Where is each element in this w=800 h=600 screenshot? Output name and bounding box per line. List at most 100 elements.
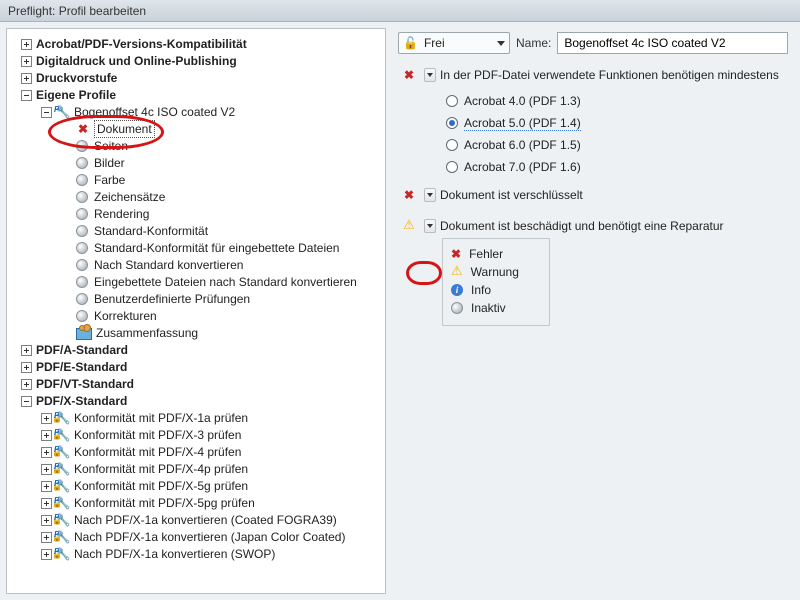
chevron-down-icon — [427, 224, 433, 228]
bullet-icon — [76, 276, 88, 288]
collapse-icon[interactable] — [21, 90, 32, 101]
tree-item[interactable]: Druckvorstufe — [9, 70, 383, 86]
expand-icon[interactable] — [41, 515, 52, 526]
expand-icon[interactable] — [41, 413, 52, 424]
check-profile-icon: 🔒P🔧 — [56, 496, 70, 510]
tree-item[interactable]: 🔒P🔧Konformität mit PDF/X-3 prüfen — [9, 427, 383, 443]
tree-panel[interactable]: Acrobat/PDF-Versions-Kompatibilität Digi… — [6, 28, 386, 594]
radio-option[interactable]: Acrobat 4.0 (PDF 1.3) — [446, 90, 788, 112]
tree-item[interactable]: Standard-Konformität für eingebettete Da… — [9, 240, 383, 256]
tree-item[interactable]: Farbe — [9, 172, 383, 188]
radio-option-selected[interactable]: Acrobat 5.0 (PDF 1.4) — [446, 112, 788, 134]
legend-item-info[interactable]: iInfo — [451, 281, 539, 299]
tree-item-selected[interactable]: ✖ Dokument — [9, 121, 383, 137]
check-profile-icon: 🔒P🔧 — [56, 462, 70, 476]
tree-item[interactable]: 🔒P🔧Konformität mit PDF/X-4 prüfen — [9, 444, 383, 460]
bullet-icon — [76, 293, 88, 305]
severity-dropdown[interactable] — [424, 68, 436, 82]
summary-icon — [76, 326, 92, 340]
collapse-icon[interactable] — [21, 396, 32, 407]
severity-legend[interactable]: ✖Fehler ⚠Warnung iInfo Inaktiv — [442, 238, 550, 326]
expand-icon[interactable] — [21, 39, 32, 50]
tree-item[interactable]: 🔒P🔧Nach PDF/X-1a konvertieren (Japan Col… — [9, 529, 383, 545]
tree-label-selected: Dokument — [94, 120, 155, 138]
check-profile-icon: 🔒P🔧 — [56, 513, 70, 527]
lock-state-combo[interactable]: 🔓 Frei — [398, 32, 510, 54]
bullet-icon — [76, 310, 88, 322]
expand-icon[interactable] — [21, 73, 32, 84]
bullet-icon — [76, 225, 88, 237]
expand-icon[interactable] — [41, 498, 52, 509]
legend-item-inactive[interactable]: Inaktiv — [451, 299, 539, 317]
expand-icon[interactable] — [41, 464, 52, 475]
detail-panel: 🔓 Frei Name: ✖ In der PDF-Datei verwende… — [386, 22, 800, 600]
tree-item[interactable]: 🔒P🔧Konformität mit PDF/X-4p prüfen — [9, 461, 383, 477]
tree-item[interactable]: 🔒P🔧Konformität mit PDF/X-1a prüfen — [9, 410, 383, 426]
expand-icon[interactable] — [21, 56, 32, 67]
tree-item[interactable]: 🔒P🔧Konformität mit PDF/X-5pg prüfen — [9, 495, 383, 511]
profile-icon: P🔧 — [56, 105, 70, 119]
bullet-icon — [76, 140, 88, 152]
expand-icon[interactable] — [41, 532, 52, 543]
tree-item[interactable]: 🔒P🔧Nach PDF/X-1a konvertieren (Coated FO… — [9, 512, 383, 528]
tree-item[interactable]: Bilder — [9, 155, 383, 171]
tree-item[interactable]: Digitaldruck und Online-Publishing — [9, 53, 383, 69]
tree-item[interactable]: Eingebettete Dateien nach Standard konve… — [9, 274, 383, 290]
tree-item[interactable]: Seiten — [9, 138, 383, 154]
check-profile-icon: 🔒P🔧 — [56, 428, 70, 442]
section-label: In der PDF-Datei verwendete Funktionen b… — [440, 68, 779, 82]
bullet-icon — [76, 191, 88, 203]
bullet-icon — [76, 157, 88, 169]
chevron-down-icon — [427, 73, 433, 77]
expand-icon[interactable] — [41, 549, 52, 560]
radio-icon — [446, 117, 458, 129]
check-profile-icon: 🔒P🔧 — [56, 530, 70, 544]
warning-icon: ⚠ — [451, 263, 463, 279]
profile-name-input[interactable] — [557, 32, 788, 54]
severity-dropdown[interactable] — [424, 219, 436, 233]
check-profile-icon: 🔒P🔧 — [56, 479, 70, 493]
legend-item-warning[interactable]: ⚠Warnung — [451, 263, 539, 281]
bullet-icon — [76, 174, 88, 186]
radio-option[interactable]: Acrobat 6.0 (PDF 1.5) — [446, 134, 788, 156]
bullet-icon — [76, 242, 88, 254]
check-profile-icon: 🔒P🔧 — [56, 411, 70, 425]
legend-item-error[interactable]: ✖Fehler — [451, 245, 539, 263]
tree-item[interactable]: Acrobat/PDF-Versions-Kompatibilität — [9, 36, 383, 52]
tree-item[interactable]: Rendering — [9, 206, 383, 222]
info-icon: i — [451, 284, 463, 296]
expand-icon[interactable] — [41, 447, 52, 458]
tree-item[interactable]: 🔒P🔧Nach PDF/X-1a konvertieren (SWOP) — [9, 546, 383, 562]
tree-item[interactable]: PDF/A-Standard — [9, 342, 383, 358]
tree-item[interactable]: Benutzerdefinierte Prüfungen — [9, 291, 383, 307]
tree-item[interactable]: Nach Standard konvertieren — [9, 257, 383, 273]
radio-icon — [446, 139, 458, 151]
unlock-icon: 🔓 — [403, 36, 418, 50]
tree-item[interactable]: Zeichensätze — [9, 189, 383, 205]
expand-icon[interactable] — [21, 379, 32, 390]
severity-dropdown[interactable] — [424, 188, 436, 202]
chevron-down-icon — [497, 41, 505, 46]
expand-icon[interactable] — [21, 362, 32, 373]
bullet-icon — [76, 208, 88, 220]
radio-icon — [446, 161, 458, 173]
tree-item[interactable]: Eigene Profile — [9, 87, 383, 103]
tree-item[interactable]: Korrekturen — [9, 308, 383, 324]
name-label: Name: — [516, 36, 551, 50]
expand-icon[interactable] — [21, 345, 32, 356]
tree-item[interactable]: PDF/X-Standard — [9, 393, 383, 409]
bullet-icon — [76, 259, 88, 271]
tree-item[interactable]: PDF/E-Standard — [9, 359, 383, 375]
error-icon: ✖ — [404, 188, 414, 202]
expand-icon[interactable] — [41, 481, 52, 492]
radio-option[interactable]: Acrobat 7.0 (PDF 1.6) — [446, 156, 788, 178]
tree-item[interactable]: Zusammenfassung — [9, 325, 383, 341]
tree-item[interactable]: PDF/VT-Standard — [9, 376, 383, 392]
expand-icon[interactable] — [41, 430, 52, 441]
tree-item[interactable]: Standard-Konformität — [9, 223, 383, 239]
tree-item[interactable]: 🔒P🔧Konformität mit PDF/X-5g prüfen — [9, 478, 383, 494]
section-label: Dokument ist beschädigt und benötigt ein… — [440, 219, 724, 233]
collapse-icon[interactable] — [41, 107, 52, 118]
tree-item[interactable]: P🔧 Bogenoffset 4c ISO coated V2 — [9, 104, 383, 120]
error-icon: ✖ — [451, 247, 461, 261]
